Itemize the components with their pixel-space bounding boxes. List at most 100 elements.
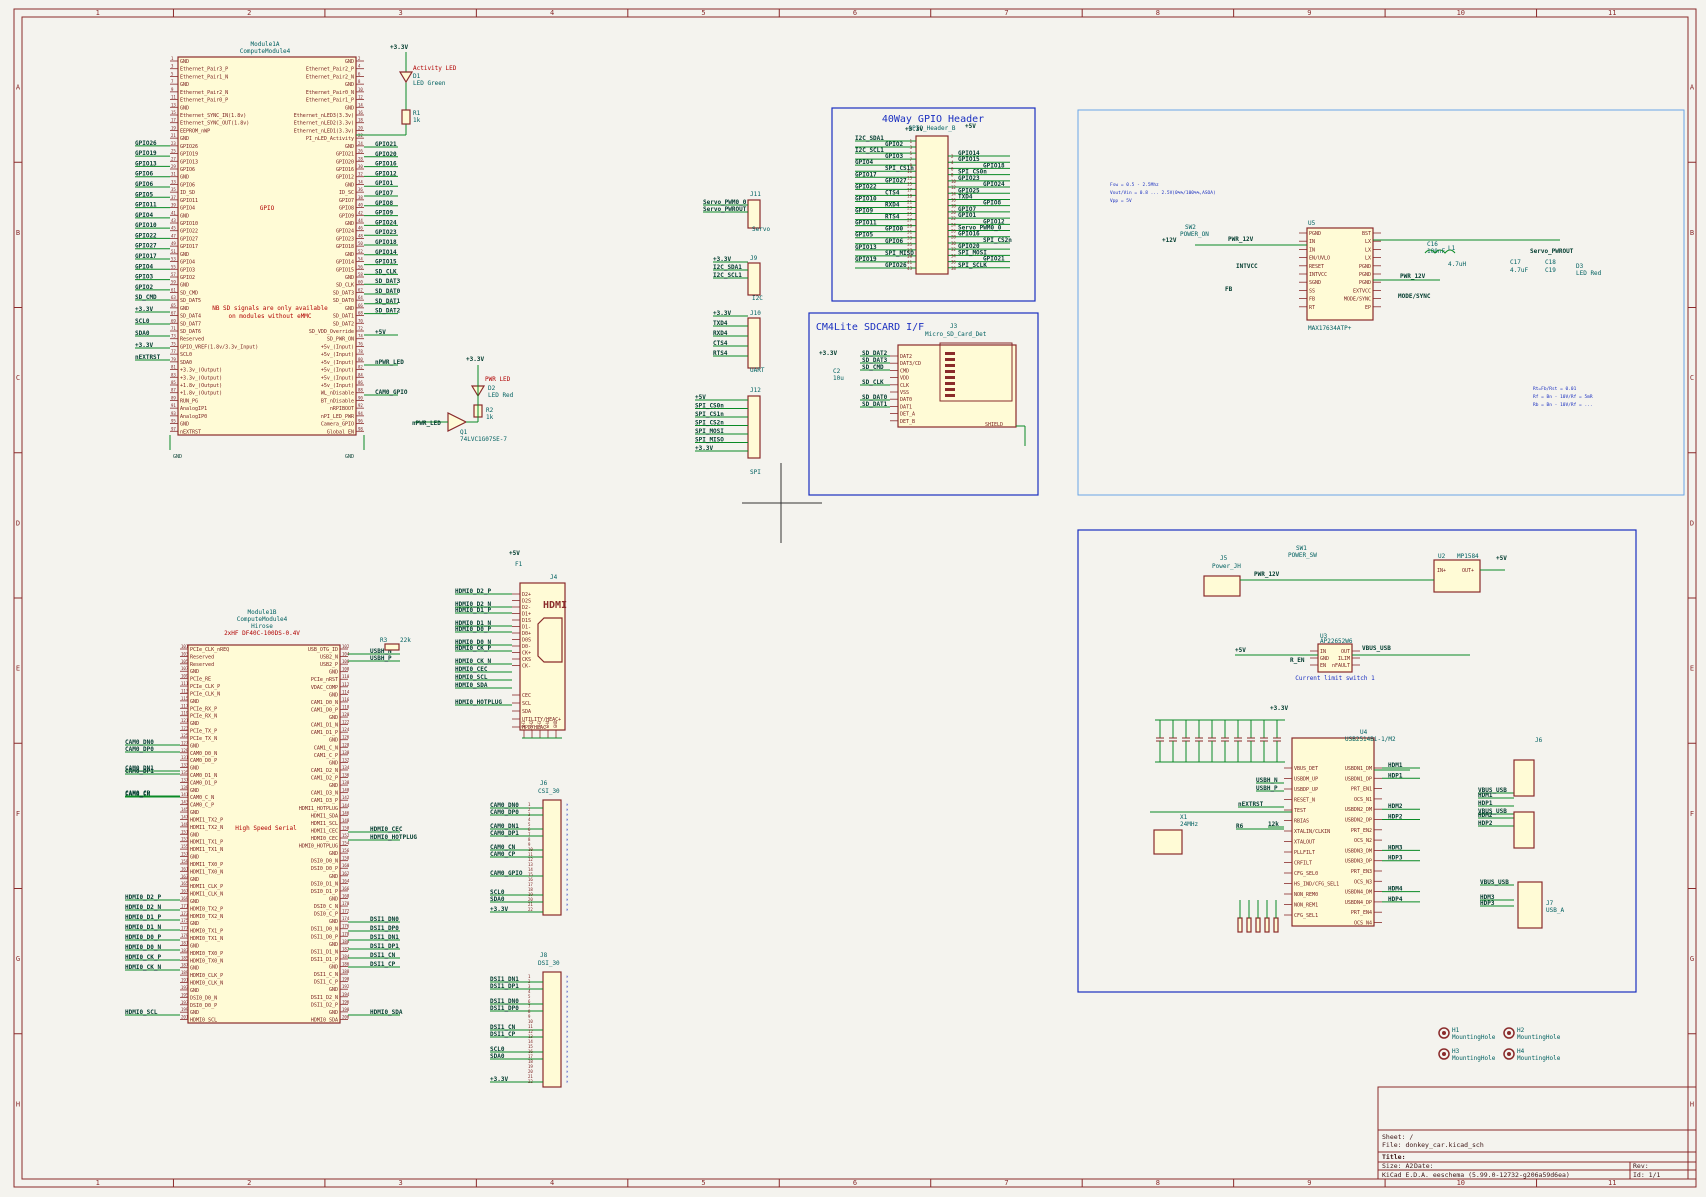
pin-label: VBUS_DET <box>1294 766 1318 772</box>
net-label: GPIO12 <box>375 170 397 177</box>
net-label: GPIO26 <box>135 140 157 147</box>
resistor <box>1273 917 1279 933</box>
pin-label: OUT <box>1341 649 1350 655</box>
pin-label: SH3 <box>537 720 542 728</box>
pin-number: 153 <box>181 837 189 842</box>
cm4-sd-note-2: on modules without eMMC <box>228 313 311 320</box>
usb-hub-block[interactable]: J5 Power_JH SW1 POWER_SW PWR_12V U2 MP15… <box>1077 529 1637 993</box>
buck-ref: U5 <box>1308 220 1316 227</box>
dsi-connector[interactable]: J8 DSI_30 DSI1_DN1DSI1_DP1 DSI1_DN0DSI1_D… <box>490 952 569 1088</box>
pin-label: GPIO_VREF(1.8v/3.3v_Input) <box>180 344 258 350</box>
pin-label: HDMI0_CEC <box>311 836 338 842</box>
pin-label: CKS <box>522 657 531 663</box>
pin-label: CAM1_D3_N <box>311 791 338 797</box>
usb-a-body[interactable] <box>1517 881 1543 929</box>
activity-led[interactable]: +3.3V Activity LED D1 LED Green R1 1k <box>356 44 457 136</box>
net-label: CAM0_DP0 <box>490 809 519 816</box>
pin-number: 170 <box>342 901 350 906</box>
cm4-hs-symbol[interactable]: Module1B ComputeModule4 Hirose 2xHF DF40… <box>125 609 417 1024</box>
title-block: Sheet: / File: donkey_car.kicad_sch Titl… <box>1377 1086 1697 1180</box>
pwr-led[interactable]: +3.3V PWR LED D2 LED Red R2 1k nPWR_LED … <box>412 356 514 443</box>
pin-label: BST <box>1362 231 1371 237</box>
pin-label: +5v_(Input) <box>321 375 354 381</box>
pin-label: GND <box>329 783 338 789</box>
gpio-header-body[interactable] <box>915 135 949 275</box>
pin-number: 35 <box>907 242 912 247</box>
cap-label: C17 <box>1510 259 1521 266</box>
pin-number: 195 <box>181 992 189 997</box>
pin-label: GND <box>329 965 338 971</box>
pin-label: HDMI0_CLK_N <box>190 981 223 987</box>
cm4-gpio-value: ComputeModule4 <box>240 48 291 55</box>
buck-reg-body[interactable] <box>1433 559 1481 593</box>
spi-header-body[interactable] <box>747 395 761 459</box>
pin-label: DSI1_D0_N <box>311 927 338 933</box>
sdcard-block[interactable]: CM4Lite SDCARD I/F J3 Micro_SD_Card_Det … <box>808 312 1039 496</box>
pin-label: D1- <box>522 625 531 631</box>
csi-body[interactable] <box>542 799 562 916</box>
nc-mark: × <box>566 907 569 912</box>
crystal-body[interactable] <box>1153 829 1183 855</box>
usb-a-double-bottom[interactable] <box>1513 811 1535 849</box>
net-label: CAM0_DN0 <box>490 802 519 809</box>
net-label: HDM4 <box>1388 886 1403 893</box>
pin-label: XTALOUT <box>1294 840 1315 846</box>
pin-number: 198 <box>342 1007 350 1012</box>
pin-label: Global_EN <box>327 429 354 435</box>
buck-block[interactable]: Fsw = 0.5 - 2.5Mhz Vout/Vin = 0.8 ... 2.5… <box>1077 109 1685 496</box>
pin-label: GND <box>180 82 189 88</box>
net-label: HDMI0_SDA <box>455 682 488 689</box>
i2c-header-body[interactable] <box>747 262 761 296</box>
pin-label: GND <box>190 855 199 861</box>
pin-label: PCIe_CLK_N <box>190 691 220 697</box>
pin-number: 49 <box>171 241 176 246</box>
sdcard-body[interactable] <box>897 344 1017 428</box>
net-label: GPIO15 <box>375 259 397 266</box>
pin-number: 50 <box>358 241 363 246</box>
pin-number: 21 <box>907 199 912 204</box>
uart-header[interactable]: J10 UART +3.3V TXD4 RXD4 CTS4 RTS4 <box>713 310 765 374</box>
spi-header[interactable]: J12 SPI +5VSPI_CS0nSPI_CS1nSPI_CS2nSPI_M… <box>695 387 761 476</box>
pin-label: NON_REM1 <box>1294 903 1318 909</box>
pin-label: ILIM <box>1338 656 1350 662</box>
row-label: H <box>1690 1100 1694 1108</box>
pin-label: Ethernet_Pair3_P <box>180 67 228 73</box>
hdmi-connector[interactable]: J4 +5V F1 HDMI D2+D2SD2-D1+D1SD1-D0+D0SD… <box>455 550 567 739</box>
pin-number: 89 <box>171 395 176 400</box>
cap-label: C16 <box>1427 241 1438 248</box>
net-label: HDM2 <box>1478 812 1493 819</box>
pin-label: AnalogIP1 <box>180 406 207 412</box>
col-label: 4 <box>550 1179 554 1187</box>
cm4-gpio-symbol[interactable]: Module1A ComputeModule4 GPIO NB SD signa… <box>135 41 408 460</box>
pin-label: GND <box>329 738 338 744</box>
pin-label: +1.8v_(Output) <box>180 391 222 397</box>
pin-label: Ethernet_nLED1(3.3v) <box>294 128 354 134</box>
buck-net-in: PWR_12V <box>1228 236 1254 243</box>
uart-header-body[interactable] <box>747 317 761 369</box>
pin-label: GPIO24 <box>336 229 354 235</box>
servo-header[interactable]: J11 Servo Servo_PWM0_0Servo_PWROUT <box>703 191 770 233</box>
servo-header-body[interactable] <box>747 199 761 229</box>
pin-number: 144 <box>342 803 350 808</box>
pin-number: 185 <box>181 955 189 960</box>
usb-a-val: USB_A <box>1546 907 1564 914</box>
pin-number: 12 <box>951 185 956 190</box>
gpio-header-block[interactable]: 40Way GPIO Header GPIO_Header_B +3.3V +5… <box>831 107 1036 302</box>
pin-number: 162 <box>342 871 350 876</box>
tb-file: File: donkey_car.kicad_sch <box>1382 1141 1484 1149</box>
buck-note: Vpp = 5V <box>1110 198 1132 204</box>
pin-label: USB2_N <box>320 655 338 661</box>
pin-number: 44 <box>358 218 363 223</box>
cap-label: C18 <box>1545 259 1556 266</box>
csi-connector[interactable]: J6 CSI_30 CAM0_DN0CAM0_DP0 CAM0_DN1CAM0_D… <box>490 780 569 916</box>
net-label: GPIO9 <box>375 210 393 217</box>
i2c-header[interactable]: J9 I2C +3.3VI2C_SDA1I2C_SCL1 <box>713 255 763 302</box>
pin-label: EN <box>1320 663 1326 669</box>
pin-label: D1+ <box>522 612 531 618</box>
power-jack-body[interactable] <box>1203 575 1241 597</box>
usb-a-double-top[interactable] <box>1513 759 1535 797</box>
resistor <box>1246 917 1252 933</box>
tb-date: Date: <box>1414 1162 1434 1170</box>
dsi-body[interactable] <box>542 971 562 1088</box>
buck-nets: INTVCC PWR_12V Servo_PWROUT FB MODE/SYNC <box>1225 248 1574 300</box>
